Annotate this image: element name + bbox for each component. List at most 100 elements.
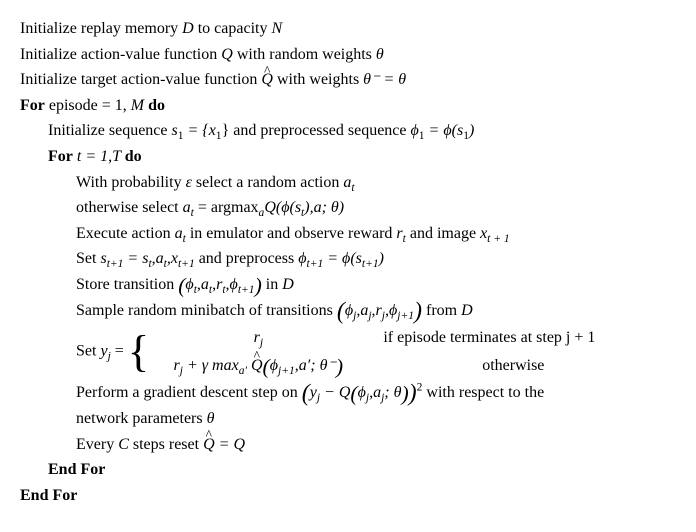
text: from — [422, 302, 461, 319]
text: Perform a gradient descent step on — [76, 384, 302, 401]
eq: = argmax — [194, 199, 259, 216]
comma: ,a — [152, 250, 164, 267]
algo-line-16: End For — [20, 457, 676, 483]
eq: = Q — [215, 436, 245, 453]
sub: t + 1 — [487, 233, 510, 245]
text: ),a; θ — [304, 199, 339, 216]
text: Set — [76, 342, 100, 359]
case-column: rj if episode terminates at step j + 1 r… — [153, 325, 643, 378]
text: with weights — [273, 71, 363, 88]
algo-line-5: Initialize sequence s1 = {x1} and prepro… — [20, 118, 676, 144]
eq: = {x — [184, 122, 216, 139]
keyword-do: do — [148, 97, 165, 114]
eq: = s — [123, 250, 148, 267]
algo-line-10: Set st+1 = st,at,xt+1 and preprocess ϕt+… — [20, 246, 676, 272]
algo-line-4: For episode = 1, M do — [20, 93, 676, 119]
rp: ) — [409, 381, 417, 407]
var-Qhat: Q — [261, 67, 273, 93]
eq: θ⁻ = θ — [363, 71, 406, 88]
text: episode = 1, — [45, 97, 131, 114]
rp: ) — [379, 250, 384, 267]
comma: ,a — [197, 276, 209, 293]
sub: t+1 — [238, 284, 255, 296]
case-cond-2: otherwise — [383, 353, 643, 379]
sub: t+1 — [362, 259, 379, 271]
text: Set — [76, 250, 100, 267]
eq: = ϕ(s — [323, 250, 362, 267]
case-row-2: rj + γ maxa′ Q(ϕj+1,a′; θ⁻) otherwise — [153, 353, 643, 379]
left-brace-icon: { — [128, 329, 150, 374]
text: in emulator and observe reward — [186, 225, 397, 242]
text: and image — [406, 225, 480, 242]
rp: ) — [414, 298, 422, 324]
sub: t+1 — [307, 259, 324, 271]
sub: j — [260, 337, 263, 349]
algo-line-6: For t = 1,T do — [20, 144, 676, 170]
text: with random weights — [233, 46, 376, 63]
eq: = ϕ(s — [425, 122, 464, 139]
text: Initialize replay memory — [20, 20, 182, 37]
text: Initialize sequence — [48, 122, 172, 139]
lp: (ϕ(s — [276, 199, 301, 216]
algo-line-13: Set yj = { rj if episode terminates at s… — [20, 323, 676, 380]
sub: j+1 — [397, 310, 414, 322]
var-Q: Q — [264, 199, 276, 216]
var-phi: ϕ — [411, 122, 419, 139]
algo-line-17: End For — [20, 483, 676, 509]
lp: ( — [302, 381, 310, 407]
var-phi: ϕ — [298, 250, 306, 267]
eq: = — [111, 342, 128, 359]
algo-line-15: Every C steps reset Q = Q — [20, 432, 676, 458]
keyword-for: For — [20, 97, 45, 114]
text: network parameters — [76, 410, 207, 427]
algo-line-11: Store transition (ϕt,at,rt,ϕt+1) in D — [20, 272, 676, 298]
close: ) — [469, 122, 474, 139]
algo-line-2: Initialize action-value function Q with … — [20, 42, 676, 68]
var-y: y — [310, 384, 317, 401]
text: With probability — [76, 174, 186, 191]
var-Qhat: Q — [251, 353, 263, 379]
sub: t+1 — [178, 259, 195, 271]
keyword-do: do — [125, 148, 142, 165]
algo-line-7: With probability ε select a random actio… — [20, 170, 676, 196]
text: to capacity — [194, 20, 272, 37]
var-phi: ϕ — [270, 357, 278, 374]
rp: ) — [336, 354, 343, 378]
var-Qhat: Q — [203, 432, 215, 458]
comma: ,a — [356, 302, 368, 319]
var-a: a — [183, 199, 191, 216]
text: Every — [76, 436, 118, 453]
text: in — [262, 276, 282, 293]
text: steps reset — [129, 436, 203, 453]
lp: ( — [350, 382, 357, 406]
text: t = 1,T — [73, 148, 125, 165]
sub: t — [351, 182, 354, 194]
text: Sample random minibatch of transitions — [76, 302, 337, 319]
case-row-1: rj if episode terminates at step j + 1 — [153, 325, 643, 351]
text: select a random action — [192, 174, 344, 191]
var-N: N — [271, 20, 282, 37]
var-D: D — [282, 276, 294, 293]
var-phi: ϕ — [358, 384, 366, 401]
algo-line-12: Sample random minibatch of transitions (… — [20, 298, 676, 324]
sub: a′ — [239, 365, 247, 377]
var-M: M — [131, 97, 148, 114]
var-phi: ϕ — [345, 302, 353, 319]
algo-line-1: Initialize replay memory D to capacity N — [20, 16, 676, 42]
comma: ,ϕ — [226, 276, 238, 293]
text: otherwise select — [76, 199, 183, 216]
var-C: C — [118, 436, 129, 453]
cases-brace: { rj if episode terminates at step j + 1… — [128, 325, 644, 378]
var-a: a — [175, 225, 183, 242]
minus: − Q — [320, 384, 350, 401]
plus: + γ max — [183, 357, 239, 374]
var-D: D — [461, 302, 473, 319]
text: Store transition — [76, 276, 178, 293]
var-phi: ϕ — [185, 276, 193, 293]
rp: ) — [401, 382, 408, 406]
comma: ,r — [372, 302, 382, 319]
comma: ,ϕ — [385, 302, 397, 319]
comma: ,r — [212, 276, 222, 293]
text: } and preprocessed sequence — [222, 122, 411, 139]
text: with respect to the — [422, 384, 544, 401]
